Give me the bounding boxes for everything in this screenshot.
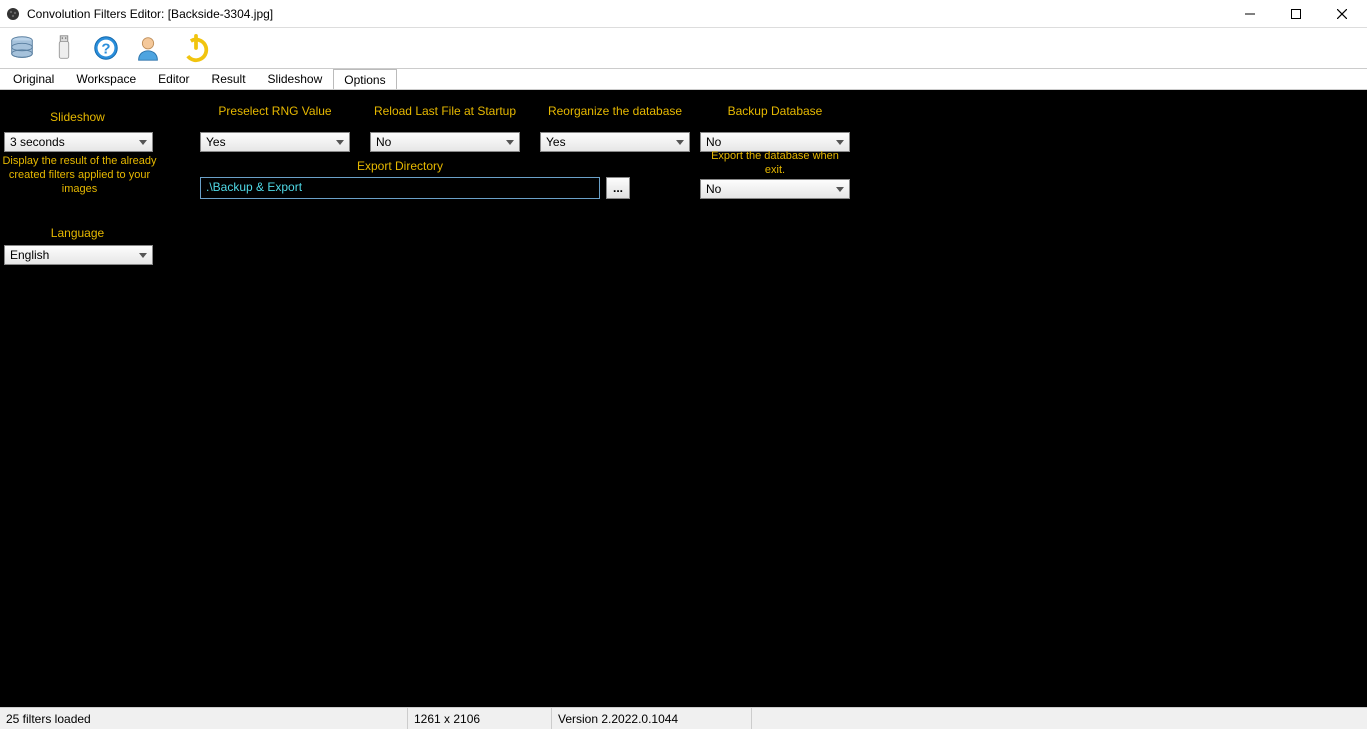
reload-last-select[interactable]: No <box>370 132 520 152</box>
label-reorganize-db: Reorganize the database <box>540 104 690 118</box>
tab-result[interactable]: Result <box>201 69 257 89</box>
user-icon[interactable] <box>130 30 166 66</box>
export-on-exit-select[interactable]: No <box>700 179 850 199</box>
tab-bar: Original Workspace Editor Result Slidesh… <box>0 68 1367 90</box>
language-select[interactable]: English <box>4 245 153 265</box>
browse-button[interactable]: ... <box>606 177 630 199</box>
help-icon[interactable]: ? <box>88 30 124 66</box>
close-button[interactable] <box>1319 0 1365 28</box>
minimize-button[interactable] <box>1227 0 1273 28</box>
label-language: Language <box>0 226 155 240</box>
status-bar: 25 filters loaded 1261 x 2106 Version 2.… <box>0 707 1367 729</box>
toolbar: ? <box>0 28 1367 68</box>
maximize-button[interactable] <box>1273 0 1319 28</box>
tab-slideshow[interactable]: Slideshow <box>257 69 334 89</box>
preselect-rng-select[interactable]: Yes <box>200 132 350 152</box>
label-preselect-rng: Preselect RNG Value <box>200 104 350 118</box>
status-version: Version 2.2022.0.1044 <box>552 708 752 729</box>
reorganize-db-select[interactable]: Yes <box>540 132 690 152</box>
tab-workspace[interactable]: Workspace <box>65 69 147 89</box>
tab-editor[interactable]: Editor <box>147 69 200 89</box>
options-panel: Slideshow 3 seconds Display the result o… <box>0 90 1367 707</box>
status-filters: 25 filters loaded <box>0 708 408 729</box>
status-dimensions: 1261 x 2106 <box>408 708 552 729</box>
power-icon[interactable] <box>178 30 214 66</box>
tab-options[interactable]: Options <box>333 69 396 89</box>
slideshow-description: Display the result of the already create… <box>2 155 157 196</box>
backup-db-select[interactable]: No <box>700 132 850 152</box>
label-export-directory: Export Directory <box>200 159 600 173</box>
export-directory-input[interactable]: .\Backup & Export <box>200 177 600 199</box>
window-controls <box>1227 0 1365 28</box>
slideshow-interval-select[interactable]: 3 seconds <box>4 132 153 152</box>
status-empty <box>752 708 1367 729</box>
usb-icon[interactable] <box>46 30 82 66</box>
database-icon[interactable] <box>4 30 40 66</box>
label-slideshow: Slideshow <box>0 110 155 124</box>
tab-original[interactable]: Original <box>2 69 65 89</box>
app-icon <box>4 5 22 23</box>
window-title: Convolution Filters Editor: [Backside-33… <box>27 7 1227 21</box>
label-backup-db: Backup Database <box>700 104 850 118</box>
svg-text:?: ? <box>101 41 110 58</box>
label-reload-last: Reload Last File at Startup <box>370 104 520 118</box>
title-bar: Convolution Filters Editor: [Backside-33… <box>0 0 1367 28</box>
label-export-on-exit: Export the database when exit. <box>700 150 850 178</box>
